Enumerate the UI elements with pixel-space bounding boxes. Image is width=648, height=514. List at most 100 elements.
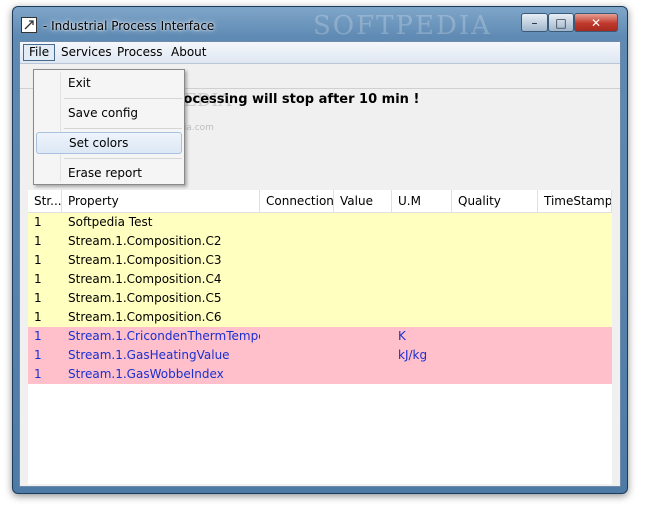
cell-connection — [260, 270, 334, 289]
cell-property: Stream.1.Composition.C6 — [68, 310, 222, 324]
menu-process[interactable]: Process — [112, 44, 168, 61]
cell-connection — [260, 289, 334, 308]
cell-stream: 1 — [34, 272, 42, 286]
cell-timestamp — [538, 365, 612, 384]
minimize-button[interactable]: – — [521, 13, 548, 32]
cell-value — [334, 270, 392, 289]
property-grid[interactable]: Str... Property Connection Value U.M Qua… — [28, 190, 612, 484]
cell-connection — [260, 251, 334, 270]
menu-separator — [64, 98, 182, 99]
table-row[interactable]: 1 Stream.1.GasWobbeIndex — [28, 365, 612, 384]
cell-quality — [452, 232, 538, 251]
title-watermark: SOFTPEDIA — [313, 11, 492, 41]
cell-quality — [452, 308, 538, 327]
cell-property: Stream.1.Composition.C5 — [68, 291, 222, 305]
cell-connection — [260, 346, 334, 365]
menu-bar: File Services Process About — [20, 42, 620, 64]
menu-separator — [64, 158, 182, 159]
cell-connection — [260, 308, 334, 327]
cell-stream: 1 — [34, 215, 42, 229]
cell-connection — [260, 365, 334, 384]
cell-quality — [452, 346, 538, 365]
cell-quality — [452, 327, 538, 346]
column-header-value[interactable]: Value — [334, 190, 392, 212]
cell-value — [334, 365, 392, 384]
cell-stream: 1 — [34, 253, 42, 267]
cell-timestamp — [538, 251, 612, 270]
table-row[interactable]: 1 Stream.1.GasHeatingValue kJ/kg — [28, 346, 612, 365]
menu-item-exit[interactable]: Exit — [36, 72, 182, 94]
cell-quality — [452, 213, 538, 232]
cell-timestamp — [538, 308, 612, 327]
cell-timestamp — [538, 327, 612, 346]
column-header-timestamp[interactable]: TimeStamp — [538, 190, 612, 212]
grid-header: Str... Property Connection Value U.M Qua… — [28, 190, 612, 213]
cell-value — [334, 289, 392, 308]
menu-item-set-colors[interactable]: Set colors — [36, 132, 182, 154]
table-row[interactable]: 1 Stream.1.Composition.C6 — [28, 308, 612, 327]
cell-connection — [260, 213, 334, 232]
cell-um — [392, 270, 452, 289]
cell-timestamp — [538, 213, 612, 232]
table-row[interactable]: 1 Stream.1.Composition.C2 — [28, 232, 612, 251]
app-icon[interactable] — [21, 17, 37, 33]
title-bar[interactable]: - Industrial Process Interface SOFTPEDIA… — [13, 7, 627, 41]
cell-um — [392, 232, 452, 251]
cell-property: Stream.1.CricondenThermTempe... — [68, 329, 260, 343]
cell-stream: 1 — [34, 291, 42, 305]
table-row[interactable]: 1 Stream.1.Composition.C4 — [28, 270, 612, 289]
cell-connection — [260, 232, 334, 251]
column-header-property[interactable]: Property — [62, 190, 260, 212]
window-title: - Industrial Process Interface — [43, 19, 215, 33]
menu-item-save-config[interactable]: Save config — [36, 102, 182, 124]
close-button[interactable]: ✕ — [574, 13, 618, 32]
menu-services[interactable]: Services — [56, 44, 117, 61]
table-row[interactable]: 1 Stream.1.CricondenThermTempe... K — [28, 327, 612, 346]
cell-timestamp — [538, 270, 612, 289]
cell-stream: 1 — [34, 367, 42, 381]
cell-stream: 1 — [34, 329, 42, 343]
cell-property: Stream.1.GasWobbeIndex — [68, 367, 224, 381]
cell-quality — [452, 270, 538, 289]
cell-um: kJ/kg — [398, 348, 428, 362]
cell-property: Softpedia Test — [68, 215, 153, 229]
column-header-um[interactable]: U.M — [392, 190, 452, 212]
table-row[interactable]: 1 Stream.1.Composition.C5 — [28, 289, 612, 308]
menu-about[interactable]: About — [166, 44, 211, 61]
cell-um — [392, 289, 452, 308]
cell-timestamp — [538, 346, 612, 365]
column-header-quality[interactable]: Quality — [452, 190, 538, 212]
column-header-connection[interactable]: Connection — [260, 190, 334, 212]
column-header-stream[interactable]: Str... — [28, 190, 62, 212]
cell-timestamp — [538, 289, 612, 308]
cell-value — [334, 251, 392, 270]
cell-um — [392, 251, 452, 270]
menu-file[interactable]: File — [23, 44, 56, 61]
cell-um — [392, 213, 452, 232]
maximize-button[interactable]: □ — [548, 13, 574, 32]
menu-item-erase-report[interactable]: Erase report — [36, 162, 182, 184]
cell-value — [334, 232, 392, 251]
app-window: - Industrial Process Interface SOFTPEDIA… — [12, 6, 628, 494]
cell-property: Stream.1.Composition.C2 — [68, 234, 222, 248]
file-menu-dropdown: Exit Save config Set colors Erase report — [33, 69, 185, 185]
cell-quality — [452, 289, 538, 308]
cell-um: K — [398, 329, 406, 343]
cell-value — [334, 213, 392, 232]
cell-property: Stream.1.Composition.C3 — [68, 253, 222, 267]
cell-stream: 1 — [34, 234, 42, 248]
cell-value — [334, 327, 392, 346]
table-row[interactable]: 1 Softpedia Test — [28, 213, 612, 232]
cell-value — [334, 346, 392, 365]
cell-stream: 1 — [34, 348, 42, 362]
table-row[interactable]: 1 Stream.1.Composition.C3 — [28, 251, 612, 270]
cell-quality — [452, 251, 538, 270]
menu-separator — [64, 128, 182, 129]
cell-timestamp — [538, 232, 612, 251]
cell-um — [392, 365, 452, 384]
cell-quality — [452, 365, 538, 384]
cell-um — [392, 308, 452, 327]
cell-connection — [260, 327, 334, 346]
cell-stream: 1 — [34, 310, 42, 324]
cell-property: Stream.1.GasHeatingValue — [68, 348, 230, 362]
